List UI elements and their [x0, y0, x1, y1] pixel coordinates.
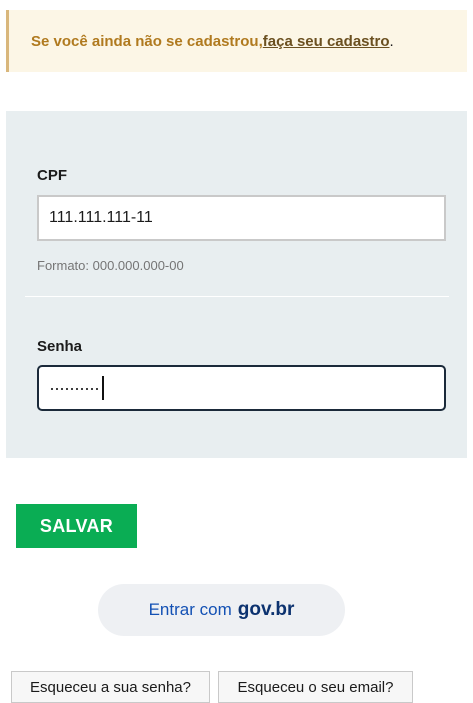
cpf-label: CPF [37, 167, 67, 184]
form-divider [25, 296, 449, 297]
forgot-password-button[interactable]: Esqueceu a sua senha? [11, 671, 210, 703]
alert-period: . [389, 32, 394, 50]
alert-text: Se você ainda não se cadastrou, [31, 32, 263, 50]
cpf-format-hint: Formato: 000.000.000-00 [37, 258, 184, 273]
save-button[interactable]: SALVAR [16, 504, 137, 548]
govbr-logo-text: gov.br [237, 599, 295, 620]
govbr-login-button[interactable]: Entrar com gov.br [98, 584, 345, 636]
login-form-panel: CPF Formato: 000.000.000-00 Senha ······… [6, 111, 467, 458]
text-cursor [101, 376, 104, 400]
password-input[interactable]: ·········· [37, 365, 446, 411]
password-masked-value: ·········· [49, 377, 100, 398]
cpf-input[interactable] [37, 195, 446, 241]
govbr-prefix: Entrar com [148, 600, 232, 619]
signup-alert: Se você ainda não se cadastrou, faça seu… [6, 10, 467, 72]
password-label: Senha [37, 338, 83, 355]
signup-link[interactable]: faça seu cadastro [263, 33, 390, 50]
forgot-email-button[interactable]: Esqueceu o seu email? [218, 671, 413, 703]
